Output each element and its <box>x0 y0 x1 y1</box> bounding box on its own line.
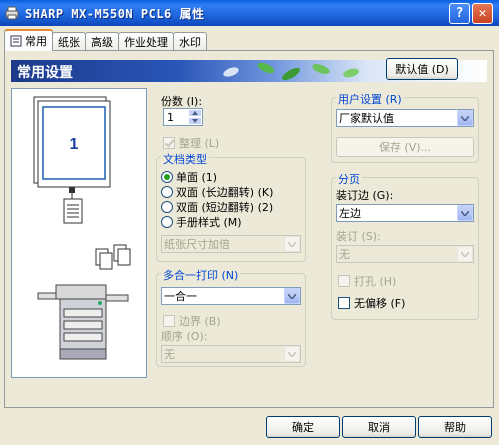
cancel-button-label: 取消 <box>368 421 390 434</box>
page-title: 常用设置 <box>17 65 73 81</box>
radio-booklet[interactable]: 手册样式 (M) <box>161 214 242 230</box>
collate-check-icon <box>163 137 175 149</box>
printer-icon <box>5 6 19 20</box>
binding-edge-label: 装订边 (G): <box>336 189 394 202</box>
copies-stepper[interactable]: 1 <box>163 108 203 126</box>
ok-button-label: 确定 <box>292 421 314 434</box>
chevron-down-icon <box>457 110 473 126</box>
collate-checkbox[interactable]: 整理 (L) <box>163 135 219 151</box>
no-offset-checkbox[interactable]: 无偏移 (F) <box>338 295 405 311</box>
binding-edge-select[interactable]: 左边 <box>336 204 474 222</box>
user-settings-title: 用户设置 (R) <box>336 91 404 107</box>
punch-checkbox[interactable]: 打孔 (H) <box>338 273 396 289</box>
default-button[interactable]: 默认值 (D) <box>386 58 458 80</box>
copies-label: 份数 (I): <box>161 95 203 108</box>
tab-label: 水印 <box>179 36 201 49</box>
booklet-size-select[interactable]: 纸张尺寸加倍 <box>161 235 301 253</box>
save-button[interactable]: 保存 (V)... <box>336 137 474 157</box>
order-label: 顺序 (O): <box>161 330 208 343</box>
finishing-title: 分页 <box>336 171 362 187</box>
tab-panel: 常用设置 默认值 (D) 1 份数 (I): 1 整理 (L) 文档类型 单面 … <box>4 50 494 408</box>
preview-illustration: 1 <box>33 96 131 360</box>
cancel-button[interactable]: 取消 <box>342 416 416 438</box>
copies-value: 1 <box>167 111 174 124</box>
radio-duplex-short[interactable]: 双面 (短边翻转) (2) <box>161 199 273 215</box>
tab-general[interactable]: 常用 <box>4 29 53 51</box>
decorative-leaves-icon <box>223 62 359 81</box>
nup-select[interactable]: 一合一 <box>161 287 301 305</box>
tab-label: 作业处理 <box>124 36 168 49</box>
radio-label: 双面 (短边翻转) (2) <box>176 201 274 214</box>
nup-title: 多合一打印 (N) <box>161 267 241 283</box>
chevron-down-icon <box>457 246 473 262</box>
title-bar: SHARP MX-M550N PCL6 属性 ? ✕ <box>0 0 499 26</box>
tab-label: 纸张 <box>58 36 80 49</box>
no-offset-label: 无偏移 (F) <box>354 297 406 310</box>
default-button-label: 默认值 (D) <box>395 63 449 76</box>
help-titlebar-button[interactable]: ? <box>449 3 470 24</box>
tab-label: 常用 <box>25 35 47 48</box>
chevron-down-icon <box>457 205 473 221</box>
ok-button[interactable]: 确定 <box>266 416 340 438</box>
radio-label: 手册样式 (M) <box>176 216 242 229</box>
help-button-label: 帮助 <box>444 421 466 434</box>
save-button-label: 保存 (V)... <box>378 141 432 154</box>
staple-label: 装订 (S): <box>336 230 381 243</box>
spin-up-icon[interactable] <box>188 109 202 117</box>
tab-job-handling[interactable]: 作业处理 <box>118 32 174 51</box>
radio-label: 单面 (1) <box>176 171 218 184</box>
radio-label: 双面 (长边翻转) (K) <box>176 186 274 199</box>
tab-paper[interactable]: 纸张 <box>52 32 86 51</box>
radio-simplex[interactable]: 单面 (1) <box>161 169 217 185</box>
document-icon <box>10 35 22 47</box>
print-preview: 1 <box>11 88 147 378</box>
tab-watermark[interactable]: 水印 <box>173 32 207 51</box>
preview-page-number: 1 <box>70 136 79 153</box>
select-value: 无 <box>339 248 350 261</box>
staple-select[interactable]: 无 <box>336 245 474 263</box>
collate-label: 整理 (L) <box>179 137 220 150</box>
order-select[interactable]: 无 <box>161 345 301 363</box>
chevron-down-icon <box>284 288 300 304</box>
chevron-down-icon <box>284 236 300 252</box>
select-value: 无 <box>164 348 175 361</box>
border-checkbox[interactable]: 边界 (B) <box>163 313 221 329</box>
select-value: 一合一 <box>164 290 197 303</box>
select-value: 厂家默认值 <box>339 112 394 125</box>
close-button[interactable]: ✕ <box>472 3 493 24</box>
radio-duplex-long[interactable]: 双面 (长边翻转) (K) <box>161 184 273 200</box>
border-label: 边界 (B) <box>179 315 221 328</box>
tab-strip: 常用 纸张 高级 作业处理 水印 <box>4 29 207 51</box>
chevron-down-icon <box>284 346 300 362</box>
tab-advanced[interactable]: 高级 <box>85 32 119 51</box>
punch-label: 打孔 (H) <box>354 275 397 288</box>
window-title: SHARP MX-M550N PCL6 属性 <box>25 6 205 21</box>
help-button[interactable]: 帮助 <box>418 416 492 438</box>
select-value: 纸张尺寸加倍 <box>164 238 230 251</box>
tab-label: 高级 <box>91 36 113 49</box>
user-settings-select[interactable]: 厂家默认值 <box>336 109 474 127</box>
select-value: 左边 <box>339 207 361 220</box>
document-style-title: 文档类型 <box>161 151 209 167</box>
spin-down-icon[interactable] <box>188 117 202 125</box>
